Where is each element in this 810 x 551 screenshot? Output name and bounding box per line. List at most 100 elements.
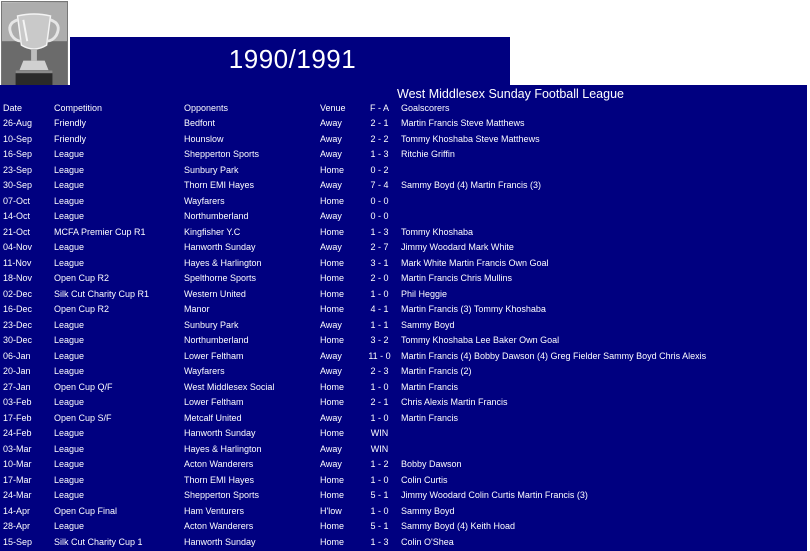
match-opponents: Hounslow [184, 133, 224, 144]
match-date: 06-Jan [3, 350, 31, 361]
match-date: 18-Nov [3, 273, 33, 284]
match-date: 26-Aug [3, 118, 33, 129]
match-venue: Away [320, 180, 342, 191]
match-competition: Open Cup Final [54, 505, 118, 516]
match-venue: Home [320, 164, 345, 175]
match-venue: Away [320, 242, 342, 253]
match-score: 1 - 0 [370, 474, 389, 485]
match-date: 17-Feb [3, 412, 32, 423]
match-date: 24-Mar [3, 490, 32, 501]
match-date: 04-Nov [3, 242, 33, 253]
match-date: 03-Feb [3, 397, 32, 408]
table-row: 17-Feb Open Cup S/F Metcalf United Away 1 - … [0, 410, 810, 426]
match-opponents: Shepperton Sports [184, 149, 260, 160]
match-venue: Home [320, 335, 345, 346]
match-competition: League [54, 350, 85, 361]
match-date: 24-Feb [3, 428, 32, 439]
match-opponents: Sunbury Park [184, 319, 239, 330]
match-opponents: Acton Wanderers [184, 459, 254, 470]
match-competition: MCFA Premier Cup R1 [54, 226, 146, 237]
match-score: 1 - 3 [370, 536, 389, 547]
match-venue: Home [320, 273, 345, 284]
match-venue: Away [320, 350, 342, 361]
match-competition: League [54, 459, 85, 470]
match-competition: League [54, 490, 85, 501]
match-score: 3 - 1 [370, 257, 389, 268]
table-row: 30-Dec League Northumberland Home 3 - 2 Tommy… [0, 333, 810, 349]
table-row: 28-Apr League Acton Wanderers Home 5 - 1 Samm… [0, 519, 810, 535]
match-venue: Home [320, 288, 345, 299]
match-goalscorers: Colin O'Shea [401, 536, 454, 547]
match-opponents: West Middlesex Social [184, 381, 275, 392]
match-opponents: Shepperton Sports [184, 490, 260, 501]
season-title: 1990/1991 [228, 44, 357, 74]
match-venue: Home [320, 257, 345, 268]
table-row: 21-Oct MCFA Premier Cup R1 Kingfisher Y.C H… [0, 224, 810, 240]
match-date: 03-Mar [3, 443, 32, 454]
table-row: 30-Sep League Thorn EMI Hayes Away 7 - 4 Samm… [0, 178, 810, 194]
table-row: 20-Jan League Wayfarers Away 2 - 3 Martin Fra… [0, 364, 810, 380]
match-goalscorers: Jimmy Woodard Mark White [401, 242, 514, 253]
match-competition: League [54, 521, 85, 532]
match-goalscorers [401, 209, 810, 225]
match-opponents: Western United [184, 288, 246, 299]
match-score: 2 - 1 [370, 118, 389, 129]
match-competition: League [54, 474, 85, 485]
header-score: F - A [369, 102, 389, 113]
match-venue: Away [320, 149, 342, 160]
match-date: 10-Sep [3, 133, 33, 144]
match-score: 0 - 0 [370, 211, 389, 222]
match-score: 1 - 3 [370, 149, 389, 160]
match-score: WIN [370, 428, 389, 439]
match-goalscorers: Martin Francis (2) [401, 366, 472, 377]
table-row: 03-Feb League Lower Feltham Home 2 - 1 Chris … [0, 395, 810, 411]
match-goalscorers: Mark White Martin Francis Own Goal [401, 257, 549, 268]
match-opponents: Thorn EMI Hayes [184, 180, 255, 191]
match-score: 2 - 2 [370, 133, 389, 144]
match-goalscorers [401, 162, 810, 178]
table-header-row: Date Competition Opponents Venue F - A G… [0, 100, 810, 116]
match-score: 1 - 0 [370, 381, 389, 392]
match-date: 10-Mar [3, 459, 32, 470]
league-title: West Middlesex Sunday Football League [397, 87, 624, 101]
match-score: 5 - 1 [370, 521, 389, 532]
match-opponents: Hanworth Sunday [184, 536, 256, 547]
match-goalscorers: Sammy Boyd [401, 505, 455, 516]
match-date: 15-Sep [3, 536, 33, 547]
table-row: 27-Jan Open Cup Q/F West Middlesex Social H… [0, 379, 810, 395]
table-row: 07-Oct League Wayfarers Home 0 - 0 [0, 193, 810, 209]
match-opponents: Northumberland [184, 335, 249, 346]
match-competition: League [54, 335, 85, 346]
match-opponents: Wayfarers [184, 366, 225, 377]
match-goalscorers: Martin Francis (4) Bobby Dawson (4) Greg… [401, 350, 707, 361]
match-date: 07-Oct [3, 195, 31, 206]
match-goalscorers: Tommy Khoshaba [401, 226, 474, 237]
match-opponents: Metcalf United [184, 412, 242, 423]
match-goalscorers: Martin Francis Steve Matthews [401, 118, 525, 129]
match-date: 23-Dec [3, 319, 33, 330]
match-venue: Away [320, 118, 342, 129]
table-row: 23-Sep League Sunbury Park Home 0 - 2 [0, 162, 810, 178]
match-venue: Away [320, 319, 342, 330]
match-date: 20-Jan [3, 366, 31, 377]
table-row: 04-Nov League Hanworth Sunday Away 2 - 7 Jimm… [0, 240, 810, 256]
match-score: 7 - 4 [370, 180, 389, 191]
table-row: 10-Mar League Acton Wanderers Away 1 - 2 Bobb… [0, 457, 810, 473]
match-score: 1 - 2 [370, 459, 389, 470]
match-score: 0 - 2 [370, 164, 389, 175]
match-opponents: Hanworth Sunday [184, 428, 256, 439]
match-opponents: Northumberland [184, 211, 249, 222]
match-score: 2 - 1 [370, 397, 389, 408]
match-venue: Home [320, 304, 345, 315]
match-goalscorers: Martin Francis [401, 381, 459, 392]
match-opponents: Spelthorne Sports [184, 273, 257, 284]
match-venue: Home [320, 397, 345, 408]
match-goalscorers [401, 193, 810, 209]
table-row: 23-Dec League Sunbury Park Away 1 - 1 Sammy B… [0, 317, 810, 333]
match-score: 2 - 3 [370, 366, 389, 377]
match-score: 2 - 7 [370, 242, 389, 253]
match-opponents: Hanworth Sunday [184, 242, 256, 253]
match-goalscorers: Bobby Dawson [401, 459, 462, 470]
match-goalscorers: Jimmy Woodard Colin Curtis Martin Franci… [401, 490, 588, 501]
match-venue: Home [320, 226, 345, 237]
